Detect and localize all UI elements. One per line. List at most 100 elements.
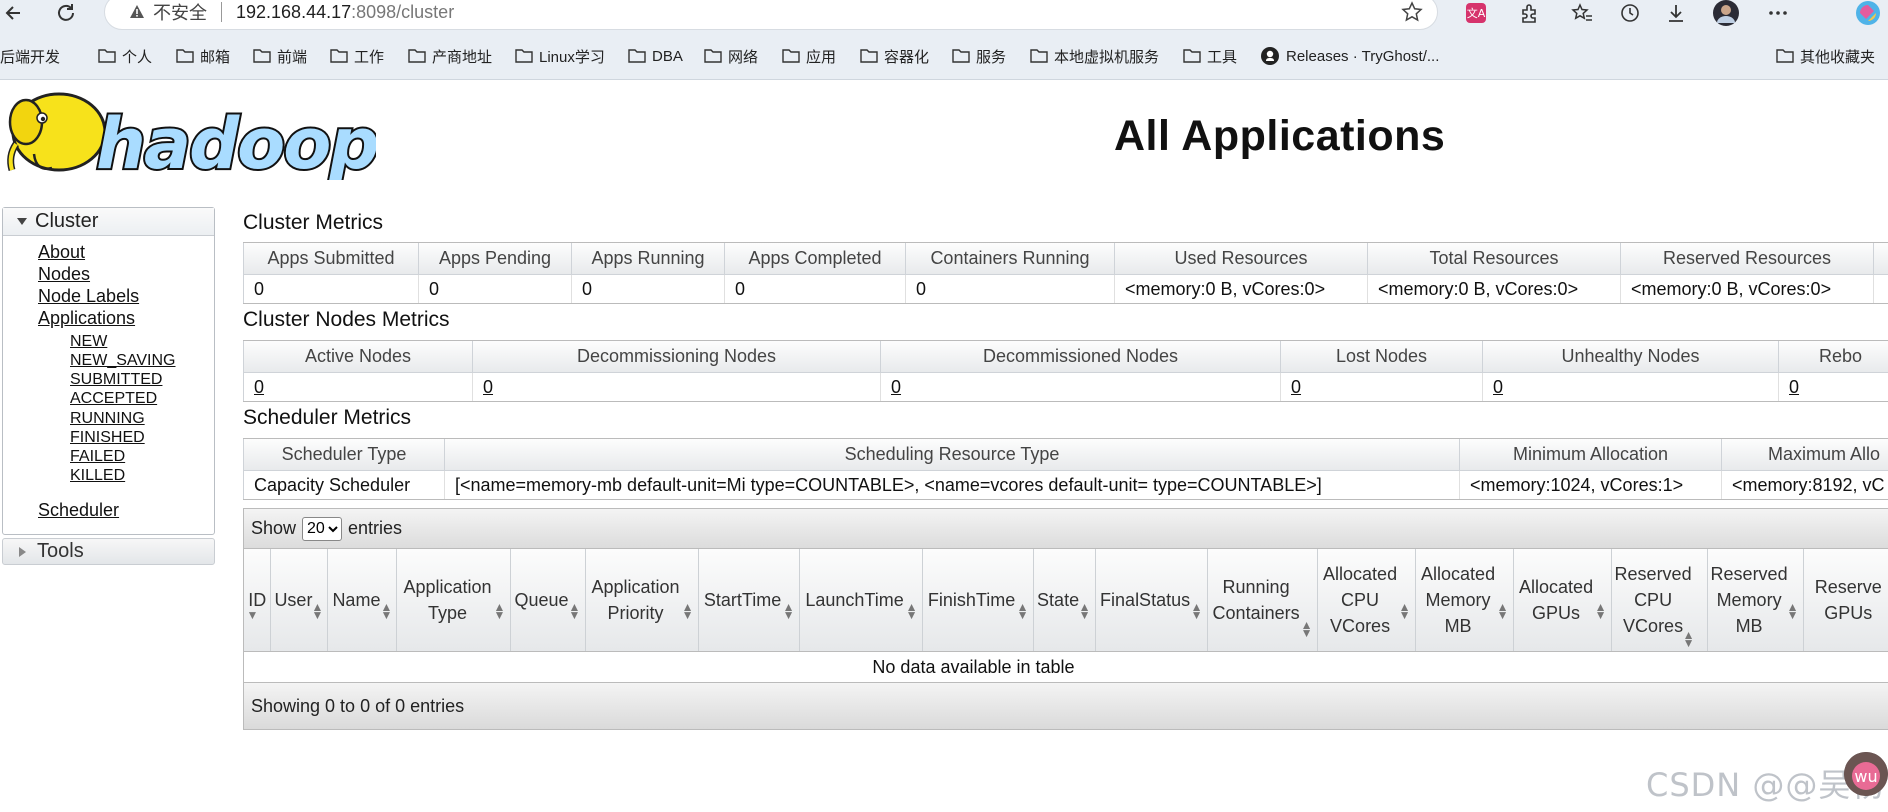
translate-icon[interactable]: 文A [1460,0,1492,27]
col-user[interactable]: User ▲ ▼ [271,549,329,651]
col-id[interactable]: ID ▼ [244,549,272,651]
col-final-status[interactable]: FinalStatus ▲ ▼ [1096,549,1208,651]
sidebar-link-scheduler[interactable]: Scheduler [38,500,119,521]
rebooted-nodes-link[interactable]: 0 [1779,373,1888,401]
back-icon[interactable] [0,0,28,26]
app-state-submitted[interactable]: SUBMITTED [70,371,162,389]
bookmark-services[interactable]: 服务 [952,44,1006,68]
bookmark-vendor-address[interactable]: 产商地址 [408,44,492,68]
bookmark-label: 本地虚拟机服务 [1054,48,1160,66]
app-state-killed[interactable]: KILLED [70,467,125,485]
header-cell: Decommissioning Nodes [473,341,881,372]
app-state-finished[interactable]: FINISHED [70,429,145,447]
unhealthy-nodes-link[interactable]: 0 [1483,373,1779,401]
favorites-icon[interactable] [1566,0,1598,27]
showing-entries-text: Showing 0 to 0 of 0 entries [251,695,465,716]
col-name[interactable]: Name ▲ ▼ [328,549,398,651]
col-running-containers[interactable]: Running Containers ▲ ▼ [1208,549,1318,651]
node-metrics-data-row: 0 0 0 0 0 0 [243,373,1888,401]
sidebar-link-about[interactable]: About [38,242,85,263]
bookmark-other[interactable]: 其他收藏夹 [1776,44,1875,68]
sort-icon: ▲ ▼ [1594,600,1607,622]
decommissioned-nodes-link[interactable]: 0 [881,373,1281,401]
col-start-time[interactable]: StartTime ▲ ▼ [699,549,800,651]
cluster-metrics-title: Cluster Metrics [243,211,384,234]
col-allocated-memory[interactable]: Allocated Memory MB ▲ ▼ [1416,549,1514,651]
favorite-star-icon[interactable] [1401,1,1423,23]
col-label: Reserve GPUs [1814,577,1882,623]
col-reserved-gpus[interactable]: Reserve GPUs [1804,549,1888,651]
lost-nodes-link[interactable]: 0 [1281,373,1483,401]
col-label: Running Containers [1212,577,1300,623]
cluster-header[interactable]: Cluster [3,208,214,236]
bookmark-backend-dev[interactable]: 后端开发 [0,44,60,68]
col-state[interactable]: State ▲ ▼ [1034,549,1096,651]
entries-label: entries [348,518,403,538]
bookmark-label: 前端 [277,48,308,66]
app-state-failed[interactable]: FAILED [70,448,125,466]
header-cell: Scheduling Resource Type [445,439,1460,470]
floating-avatar[interactable]: wu [1844,752,1888,796]
bookmark-label: 网络 [728,48,759,66]
active-nodes-link[interactable]: 0 [243,373,473,401]
col-label: LaunchTime [805,590,904,610]
extensions-icon[interactable] [1514,0,1546,27]
bookmark-personal[interactable]: 个人 [98,44,152,68]
app-state-running[interactable]: RUNNING [70,410,145,428]
bookmark-linux[interactable]: Linux学习 [515,44,605,68]
col-application-type[interactable]: Application Type ▲ ▼ [397,549,511,651]
sidebar-link-node-labels[interactable]: Node Labels [38,286,139,307]
sort-icon: ▲ ▼ [1496,600,1509,622]
bookmark-work[interactable]: 工作 [330,44,384,68]
col-launch-time[interactable]: LaunchTime ▲ ▼ [800,549,923,651]
col-queue[interactable]: Queue ▲ ▼ [511,549,586,651]
scheduler-metrics-table: Scheduler Type Scheduling Resource Type … [243,438,1888,500]
col-allocated-gpus[interactable]: Allocated GPUs ▲ ▼ [1514,549,1612,651]
bookmark-dba[interactable]: DBA [628,44,683,68]
app-state-accepted[interactable]: ACCEPTED [70,390,157,408]
download-icon[interactable] [1660,0,1692,27]
col-reserved-memory[interactable]: Reserved Memory MB ▲ ▼ [1708,549,1804,651]
sort-icon: ▲ ▼ [493,600,506,622]
col-reserved-cpu[interactable]: Reserved CPU VCores ▲ ▼ [1612,549,1708,651]
app-state-new[interactable]: NEW [70,333,107,351]
sort-icon: ▲ ▼ [568,600,581,622]
bookmark-label: 其他收藏夹 [1800,48,1876,66]
bookmark-network[interactable]: 网络 [704,44,758,68]
bookmark-apps[interactable]: 应用 [782,44,836,68]
bookmark-local-vm[interactable]: 本地虚拟机服务 [1030,44,1159,68]
copilot-icon[interactable] [1852,0,1884,27]
sidebar-link-nodes[interactable]: Nodes [38,264,90,285]
col-label: State [1037,590,1080,610]
col-allocated-cpu[interactable]: Allocated CPU VCores ▲ ▼ [1318,549,1416,651]
header-cell: Rebo [1779,341,1888,372]
more-options-icon[interactable] [1762,0,1794,27]
security-warning[interactable]: 不安全 [129,0,207,25]
address-bar[interactable]: 不安全 192.168.44.17:8098/cluster [104,0,1438,30]
col-application-priority[interactable]: Application Priority ▲ ▼ [586,549,699,651]
cluster-metrics-header-row: Apps Submitted Apps Pending Apps Running… [243,243,1888,275]
metric-value: 0 [725,275,906,303]
bookmark-mailbox[interactable]: 邮箱 [176,44,230,68]
col-finish-time[interactable]: FinishTime ▲ ▼ [923,549,1034,651]
reload-icon[interactable] [52,0,80,26]
bookmark-tryghost[interactable]: Releases · TryGhost/... [1260,44,1439,68]
bookmark-frontend[interactable]: 前端 [253,44,307,68]
max-allocation-value: <memory:8192, vC [1722,471,1888,499]
tools-panel-header[interactable]: Tools [2,538,215,565]
page-size-select[interactable]: 20 [302,516,343,541]
bookmark-containers[interactable]: 容器化 [860,44,929,68]
metric-value: 0 [243,275,419,303]
metric-value: <memory:0 B, vCores:0> [1368,275,1621,303]
profile-avatar[interactable] [1710,0,1742,27]
sidebar-link-applications[interactable]: Applications [38,308,135,329]
browser-chrome: 不安全 192.168.44.17:8098/cluster 文A 后端开发 个… [0,0,1888,80]
col-label: Reserved Memory MB [1710,564,1788,636]
app-state-new-saving[interactable]: NEW_SAVING [70,352,176,370]
scheduler-metrics-data-row: Capacity Scheduler [<name=memory-mb defa… [243,471,1888,499]
bookmark-tools[interactable]: 工具 [1183,44,1237,68]
history-icon[interactable] [1614,0,1646,27]
url-text[interactable]: 192.168.44.17:8098/cluster [236,2,454,23]
cluster-metrics-table: Apps Submitted Apps Pending Apps Running… [243,242,1888,304]
decommissioning-nodes-link[interactable]: 0 [473,373,881,401]
